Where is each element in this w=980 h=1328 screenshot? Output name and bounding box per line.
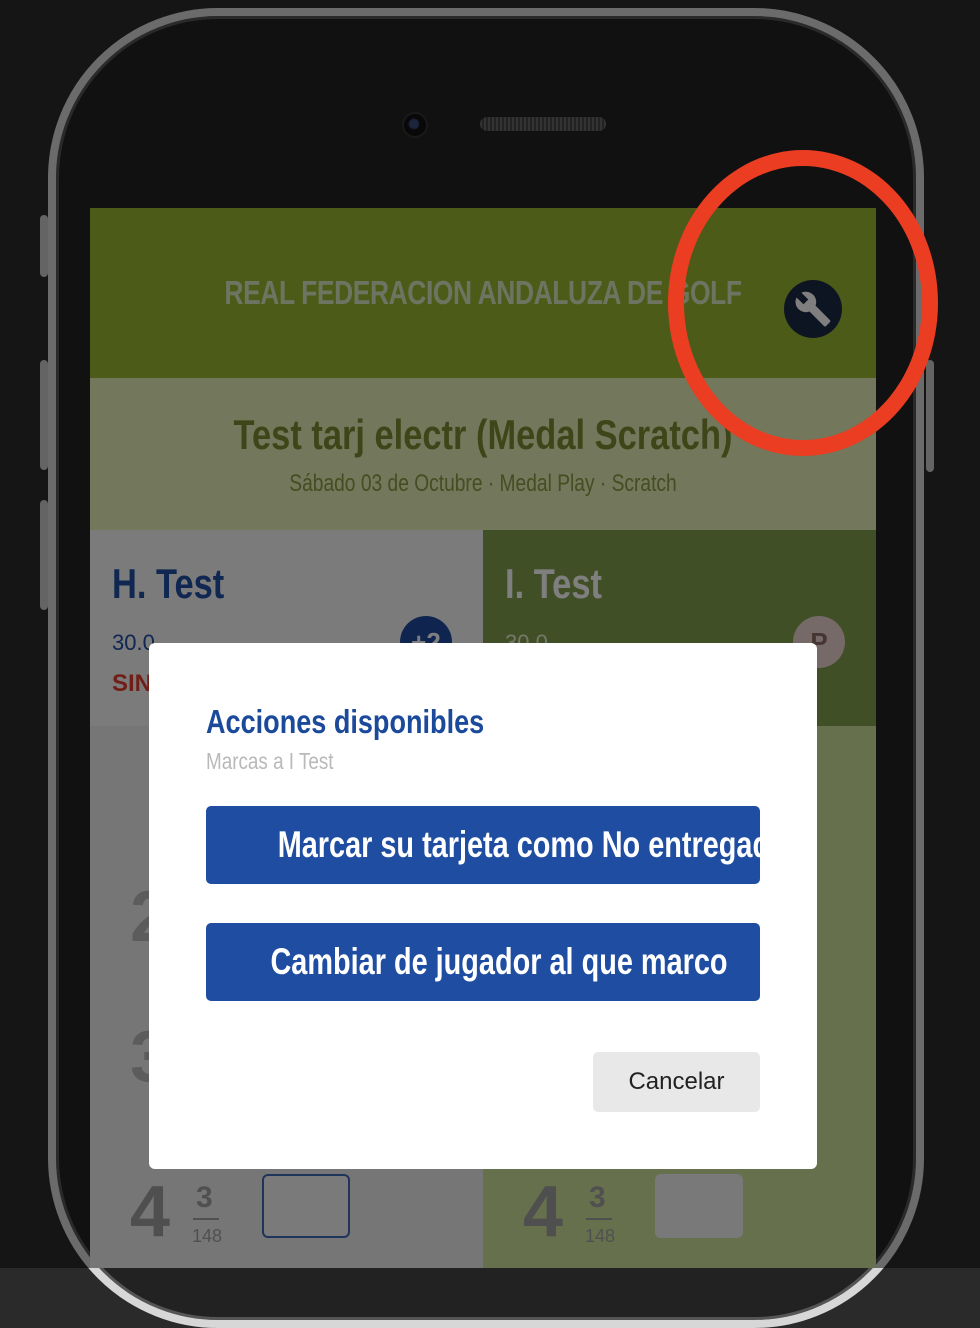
actions-dialog: Acciones disponibles Marcas a I Test Mar… xyxy=(149,643,817,1169)
change-marked-player-button[interactable]: Cambiar de jugador al que marco xyxy=(206,923,760,1001)
button-label: Cambiar de jugador al que marco xyxy=(270,941,728,982)
highlight-ring-annotation xyxy=(668,150,938,456)
button-label: Marcar su tarjeta como No entregada xyxy=(277,824,787,865)
cancel-button[interactable]: Cancelar xyxy=(593,1052,760,1112)
dialog-title: Acciones disponibles xyxy=(206,703,485,740)
dialog-subtitle: Marcas a I Test xyxy=(206,748,334,774)
mark-card-not-delivered-button[interactable]: Marcar su tarjeta como No entregada xyxy=(206,806,786,884)
